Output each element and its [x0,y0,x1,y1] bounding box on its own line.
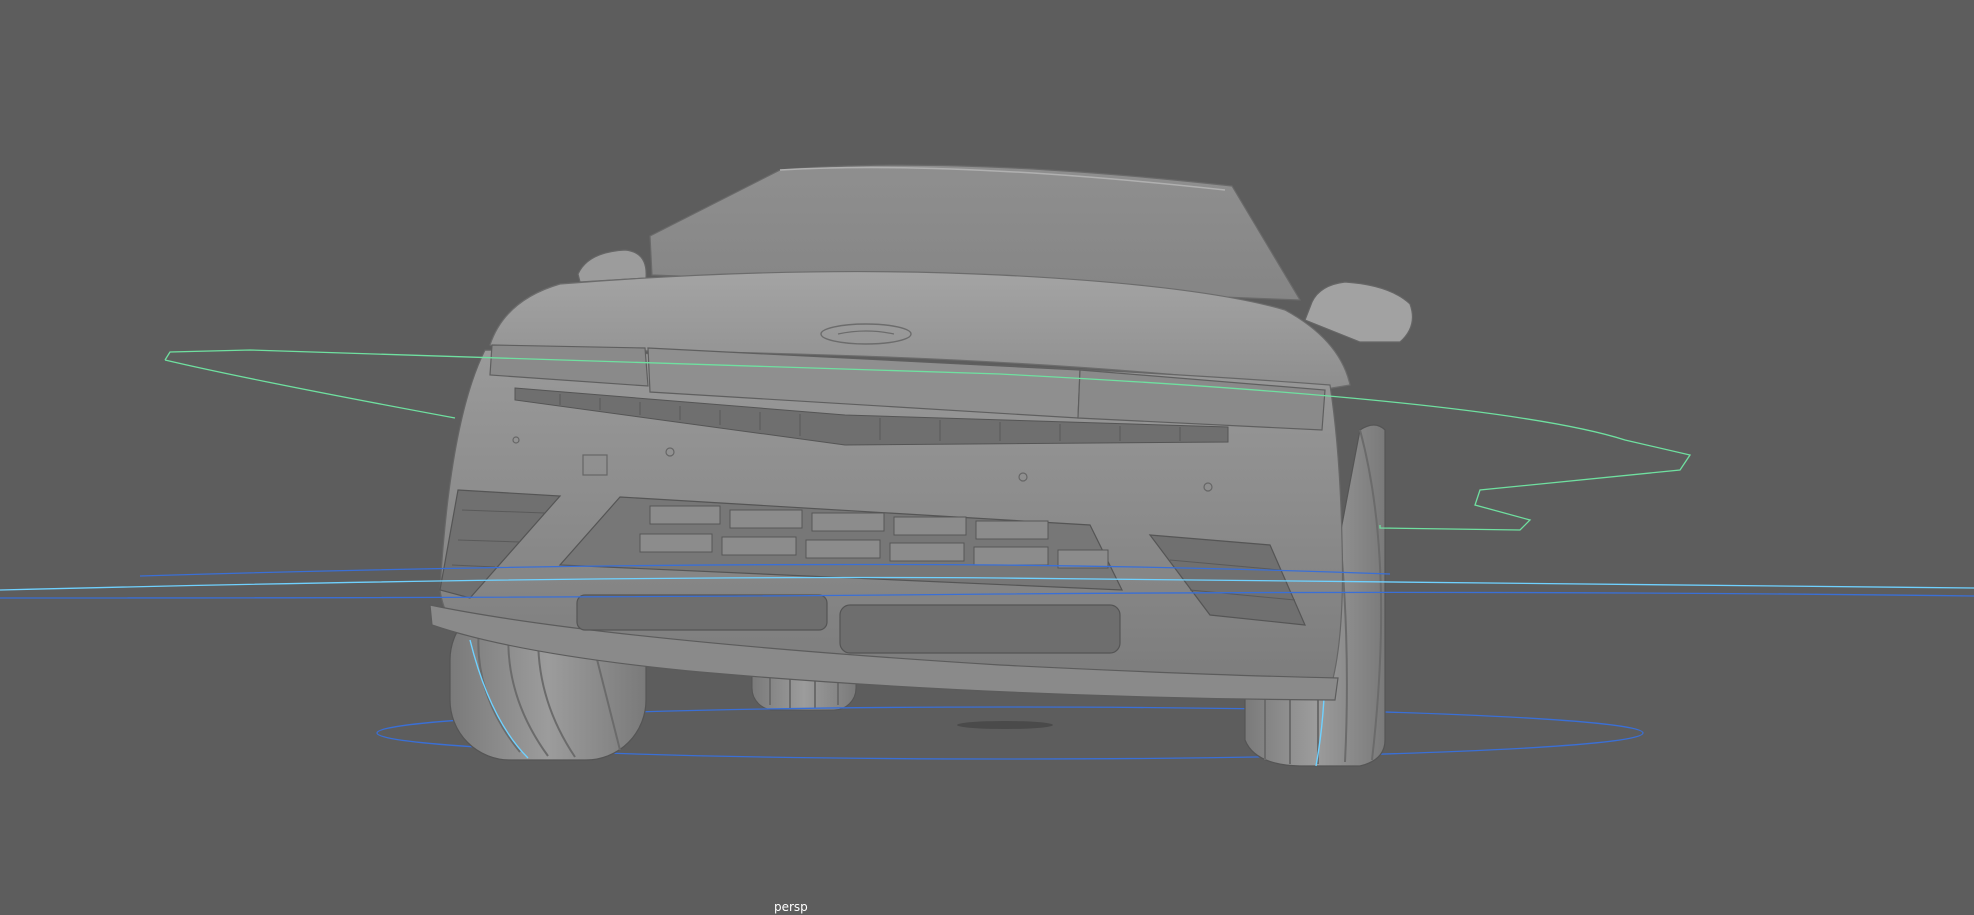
car-shadow [957,721,1053,729]
maya-viewport[interactable]: persp [0,0,1974,915]
camera-name-label: persp [774,900,808,914]
right-mirror[interactable] [1304,281,1413,343]
viewport-scene[interactable] [0,0,1974,915]
left-mirror[interactable] [577,249,647,283]
